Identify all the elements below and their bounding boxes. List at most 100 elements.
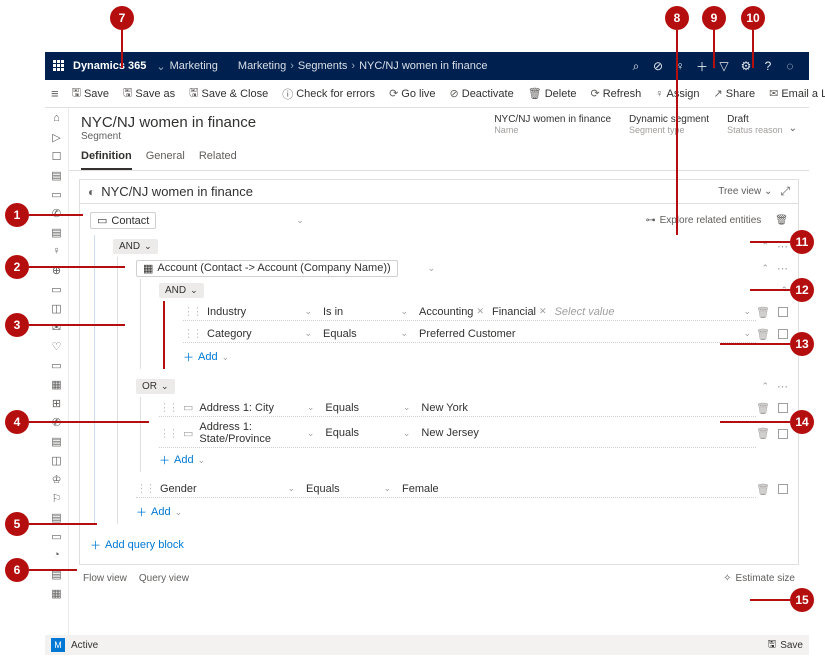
rail-icon[interactable]: ♔ [52,473,62,485]
deactivate-button[interactable]: ⊘Deactivate [445,87,519,100]
add-clause[interactable]: ＋Add ⌄ [136,504,182,520]
refresh-button[interactable]: ⟳Refresh [586,87,647,100]
delete-icon[interactable]: 🗑 [775,215,788,226]
op-equals[interactable]: Equals [325,427,359,439]
fullscreen-icon[interactable]: ⤢ [780,184,790,199]
rail-icon[interactable]: ▦ [51,378,61,390]
grip-icon[interactable]: ⋮⋮ [159,401,177,414]
breadcrumb-3[interactable]: NYC/NJ women in finance [359,60,487,72]
more-icon[interactable]: ⋯ [777,262,788,275]
delete-icon[interactable]: 🗑 [756,306,770,319]
remove-icon[interactable]: ✕ [539,306,547,317]
delete-icon[interactable]: 🗑 [756,427,770,440]
check-button[interactable]: ⓘCheck for errors [277,86,380,102]
treeview-toggle[interactable]: Tree view ⌄ [718,186,772,197]
rail-icon[interactable]: ▤ [51,511,61,523]
add-clause[interactable]: ＋Add ⌄ [183,349,229,365]
rail-icon[interactable]: ▤ [51,226,61,238]
save-button[interactable]: 🖫Save [67,84,114,103]
and-operator[interactable]: AND ⌄ [159,283,204,298]
rail-recent-icon[interactable]: ▷ [52,131,60,143]
tab-general[interactable]: General [146,150,185,170]
chevron-down-icon[interactable]: ⌄ [428,263,436,274]
and-operator[interactable]: AND ⌄ [113,239,158,254]
rail-icon[interactable]: ▭ [51,530,61,542]
rail-icon[interactable]: ▭ [51,283,61,295]
add-icon[interactable]: ＋ [691,58,713,75]
rail-icon[interactable]: ▤ [51,435,61,447]
checkbox[interactable] [778,484,788,494]
rail-pinned-icon[interactable]: ☐ [52,150,62,162]
select-placeholder[interactable]: Select value [555,306,615,318]
rail-icon[interactable]: ⊞ [52,397,61,409]
rail-icon[interactable]: ◫ [51,302,61,314]
breadcrumb-app[interactable]: Marketing [170,60,218,72]
account-entity[interactable]: ▦ Account (Contact -> Account (Company N… [136,260,398,277]
rail-icon[interactable]: ♀ [52,245,60,257]
op-equals[interactable]: Equals [323,328,357,340]
tab-definition[interactable]: Definition [81,150,132,170]
grip-icon[interactable]: ⋮⋮ [183,327,201,340]
emaillink-button[interactable]: ✉Email a Link [764,87,825,100]
rail-icon[interactable]: ▤ [51,169,61,181]
query-view-link[interactable]: Query view [139,573,189,584]
grip-icon[interactable]: ⋮⋮ [136,482,154,495]
checkbox[interactable] [778,329,788,339]
rail-icon[interactable]: ♡ [52,340,62,352]
saveas-button[interactable]: 🖫Save as [118,84,180,103]
op-isin[interactable]: Is in [323,306,343,318]
delete-icon[interactable]: 🗑 [756,328,770,341]
collapse-icon[interactable]: ⌃ [761,381,769,392]
hamburger-icon[interactable]: ≡ [51,86,59,101]
explore-link[interactable]: Explore related entities [660,215,762,226]
rail-icon[interactable]: ✉ [52,321,61,333]
delete-icon[interactable]: 🗑 [756,402,770,415]
share-button[interactable]: ↗Share [709,87,761,100]
app-badge[interactable]: M [51,638,65,652]
field-industry[interactable]: Industry [207,306,246,318]
grip-icon[interactable]: ⋮⋮ [183,305,201,318]
chevron-down-icon[interactable]: ⌄ [296,215,304,226]
grip-icon[interactable]: ⋮⋮ [159,427,177,440]
or-operator[interactable]: OR ⌄ [136,379,175,394]
task-icon[interactable]: ⊘ [647,59,669,73]
delete-button[interactable]: 🗑Delete [523,87,582,100]
account-icon[interactable]: ◌ [779,59,801,73]
op-equals[interactable]: Equals [325,402,359,414]
field-state[interactable]: Address 1: State/Province [199,421,306,445]
op-equals[interactable]: Equals [306,483,340,495]
field-category[interactable]: Category [207,328,252,340]
rail-icon[interactable]: ◔ [53,549,60,561]
rail-icon[interactable]: ▭ [51,359,61,371]
delete-icon[interactable]: 🗑 [756,483,770,496]
more-icon[interactable]: ⋯ [777,380,788,393]
chevron-down-icon[interactable]: ⌄ [156,60,165,73]
app-launcher-icon[interactable] [53,60,65,72]
remove-icon[interactable]: ✕ [476,306,484,317]
rail-icon[interactable]: ◫ [51,454,61,466]
footer-save[interactable]: Save [780,640,803,651]
add-clause[interactable]: ＋Add ⌄ [159,452,205,468]
filter-icon[interactable]: ▽ [713,59,735,73]
rail-home-icon[interactable]: ⌂ [53,112,60,124]
breadcrumb-2[interactable]: Segments [298,60,348,72]
rail-icon[interactable]: ▦ [51,587,61,599]
rail-icon[interactable]: ✆ [52,207,61,219]
checkbox[interactable] [778,403,788,413]
estimate-size[interactable]: ✧Estimate size [723,573,795,584]
breadcrumb-1[interactable]: Marketing [238,60,286,72]
field-city[interactable]: Address 1: City [199,402,274,414]
assistant-icon[interactable]: ♀ [669,59,691,73]
tab-related[interactable]: Related [199,150,237,170]
contact-entity[interactable]: ▭ Contact [90,212,156,229]
rail-icon[interactable]: ⚐ [52,492,62,504]
field-gender[interactable]: Gender [160,483,197,495]
search-icon[interactable]: ⌕ [625,59,647,74]
flow-view-link[interactable]: Flow view [83,573,127,584]
collapse-icon[interactable]: ⌃ [761,263,769,274]
checkbox[interactable] [778,307,788,317]
add-query-block[interactable]: ＋Add query block [90,537,184,553]
checkbox[interactable] [778,429,788,439]
saveclose-button[interactable]: 🖫Save & Close [184,84,273,103]
header-expand[interactable]: ⌄ [783,123,797,134]
